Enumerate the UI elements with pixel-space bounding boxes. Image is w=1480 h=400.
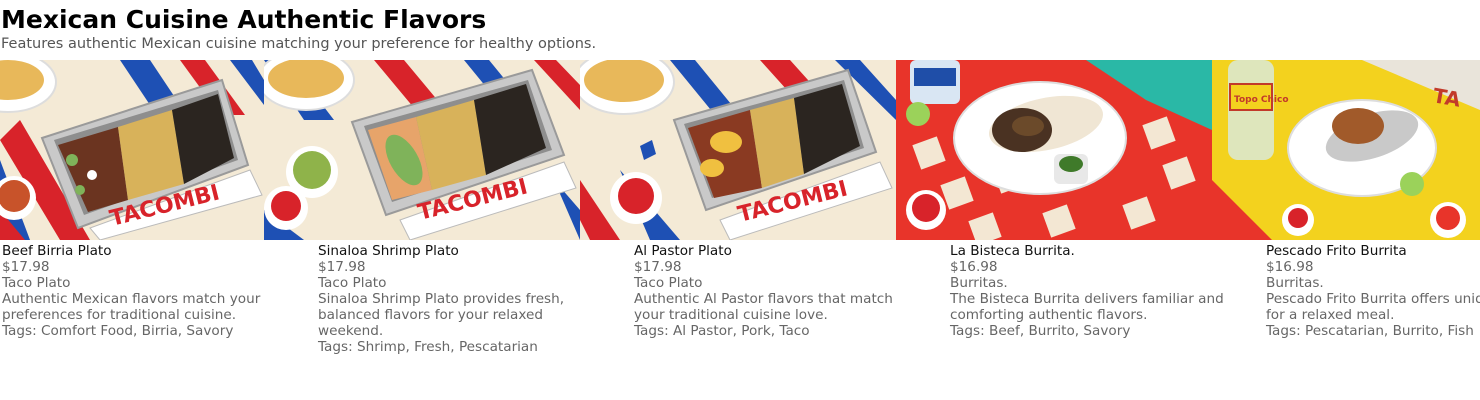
svg-text:TA: TA [1431, 83, 1463, 112]
food-image[interactable] [896, 60, 1212, 240]
item-tags: Tags: Comfort Food, Birria, Savory [2, 323, 234, 339]
section-subtitle: Features authentic Mexican cuisine match… [1, 36, 597, 52]
item-tags: Tags: Beef, Burrito, Savory [950, 323, 1131, 339]
card-details: Beef Birria Plato $17.98 Taco Plato Auth… [2, 243, 302, 339]
card-details: Sinaloa Shrimp Plato $17.98 Taco Plato S… [318, 243, 618, 355]
food-image[interactable]: TACOMBI [580, 60, 896, 240]
food-image[interactable]: TACOMBI [0, 60, 264, 240]
item-price: $16.98 [950, 259, 998, 275]
item-price: $17.98 [2, 259, 50, 275]
item-tags: Tags: Pescatarian, Burrito, Fish [1266, 323, 1474, 339]
item-category: Taco Plato [2, 275, 71, 291]
item-category: Burritas. [1266, 275, 1324, 291]
item-category: Taco Plato [634, 275, 703, 291]
item-description: Authentic Mexican flavors match your pre… [2, 291, 261, 323]
item-category: Burritas. [950, 275, 1008, 291]
item-price: $17.98 [634, 259, 682, 275]
card-details: Al Pastor Plato $17.98 Taco Plato Authen… [634, 243, 934, 339]
menu-card[interactable]: TACOMBI Sinaloa Shrimp Plato $17.98 Taco… [264, 60, 580, 400]
item-name: La Bisteca Burrita. [950, 243, 1075, 259]
item-name: Sinaloa Shrimp Plato [318, 243, 459, 259]
section-title: Mexican Cuisine Authentic Flavors [1, 5, 487, 34]
menu-card[interactable]: Topo Chico TA Pescado Frito Burrita $16.… [1212, 60, 1480, 400]
svg-text:Topo Chico: Topo Chico [1234, 95, 1289, 105]
menu-card-carousel[interactable]: TACOMBI Beef Birria Plato $17.98 Taco Pl… [0, 60, 1480, 400]
card-details: Pescado Frito Burrita $16.98 Burritas. P… [1266, 243, 1480, 339]
menu-card[interactable]: La Bisteca Burrita. $16.98 Burritas. The… [896, 60, 1224, 400]
item-name: Al Pastor Plato [634, 243, 732, 259]
item-name: Pescado Frito Burrita [1266, 243, 1407, 259]
item-name: Beef Birria Plato [2, 243, 112, 259]
item-description: The Bisteca Burrita delivers familiar an… [950, 291, 1224, 323]
menu-card[interactable]: TACOMBI Beef Birria Plato $17.98 Taco Pl… [0, 60, 264, 400]
food-image[interactable]: TACOMBI [264, 60, 580, 240]
item-description: Pescado Frito Burrita offers unique flav… [1266, 291, 1480, 323]
item-tags: Tags: Shrimp, Fresh, Pescatarian [318, 339, 538, 355]
food-image[interactable]: Topo Chico TA [1212, 60, 1480, 240]
item-price: $16.98 [1266, 259, 1314, 275]
item-description: Authentic Al Pastor flavors that match y… [634, 291, 893, 323]
menu-card[interactable]: TACOMBI Al Pastor Plato $17.98 Taco Plat… [580, 60, 896, 400]
item-tags: Tags: Al Pastor, Pork, Taco [634, 323, 810, 339]
item-category: Taco Plato [318, 275, 387, 291]
item-price: $17.98 [318, 259, 366, 275]
item-description: Sinaloa Shrimp Plato provides fresh, bal… [318, 291, 565, 339]
card-details: La Bisteca Burrita. $16.98 Burritas. The… [950, 243, 1250, 339]
